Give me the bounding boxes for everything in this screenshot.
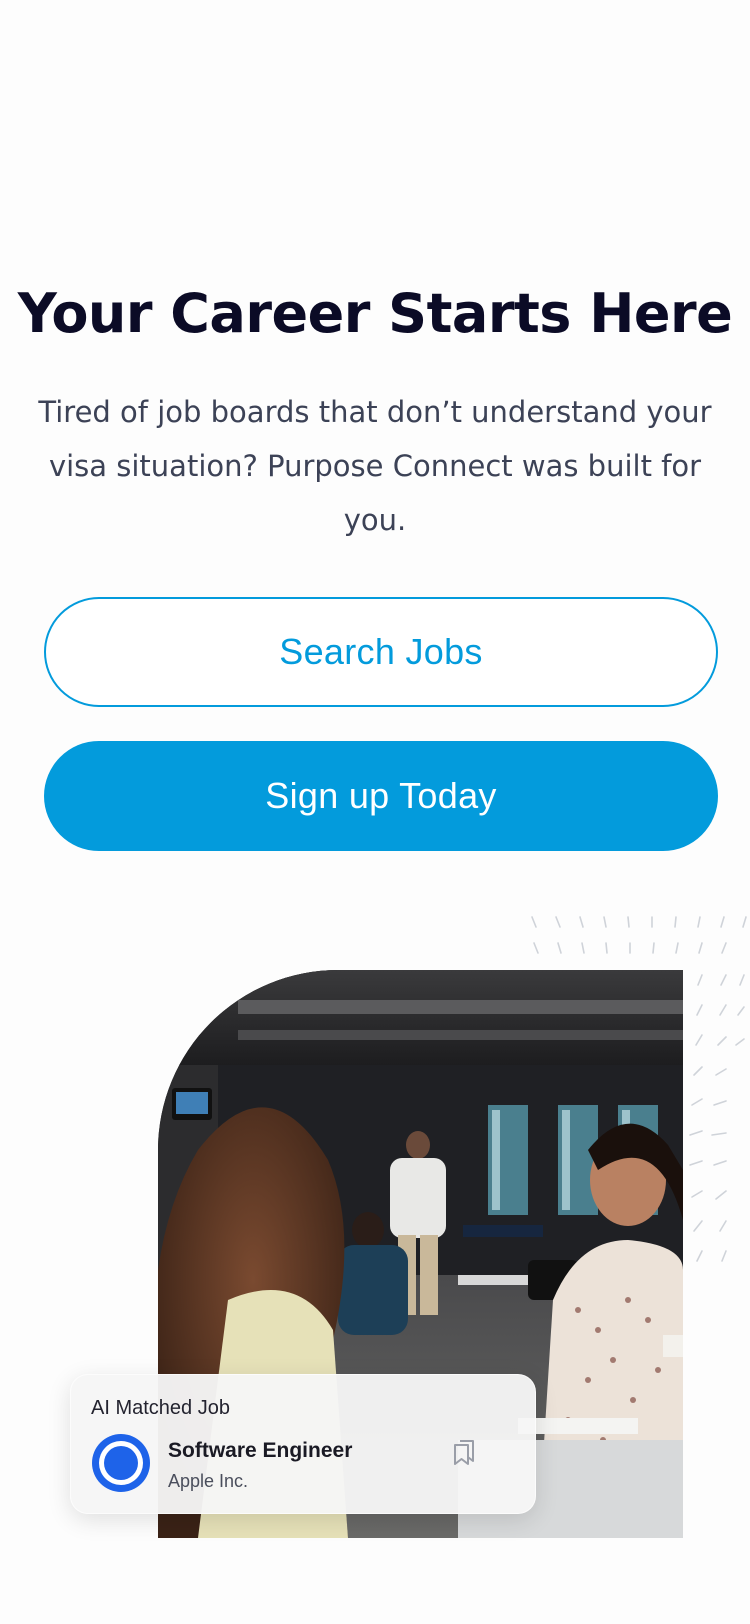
bookmark-icon[interactable] bbox=[449, 1437, 479, 1467]
company-logo-icon bbox=[92, 1434, 150, 1492]
company-name: Apple Inc. bbox=[168, 1471, 249, 1491]
card-label: AI Matched Job bbox=[91, 1397, 230, 1419]
page-title: Your Career Starts Here bbox=[17, 282, 733, 345]
search-jobs-button[interactable]: Search Jobs bbox=[44, 597, 718, 707]
hero-subtitle: Tired of job boards that don’t understan… bbox=[38, 395, 712, 537]
sign-up-button[interactable]: Sign up Today bbox=[44, 741, 718, 851]
job-title: Software Engineer bbox=[168, 1439, 353, 1462]
ai-matched-job-card[interactable]: AI Matched Job Software Engineer Apple I… bbox=[70, 1374, 536, 1514]
